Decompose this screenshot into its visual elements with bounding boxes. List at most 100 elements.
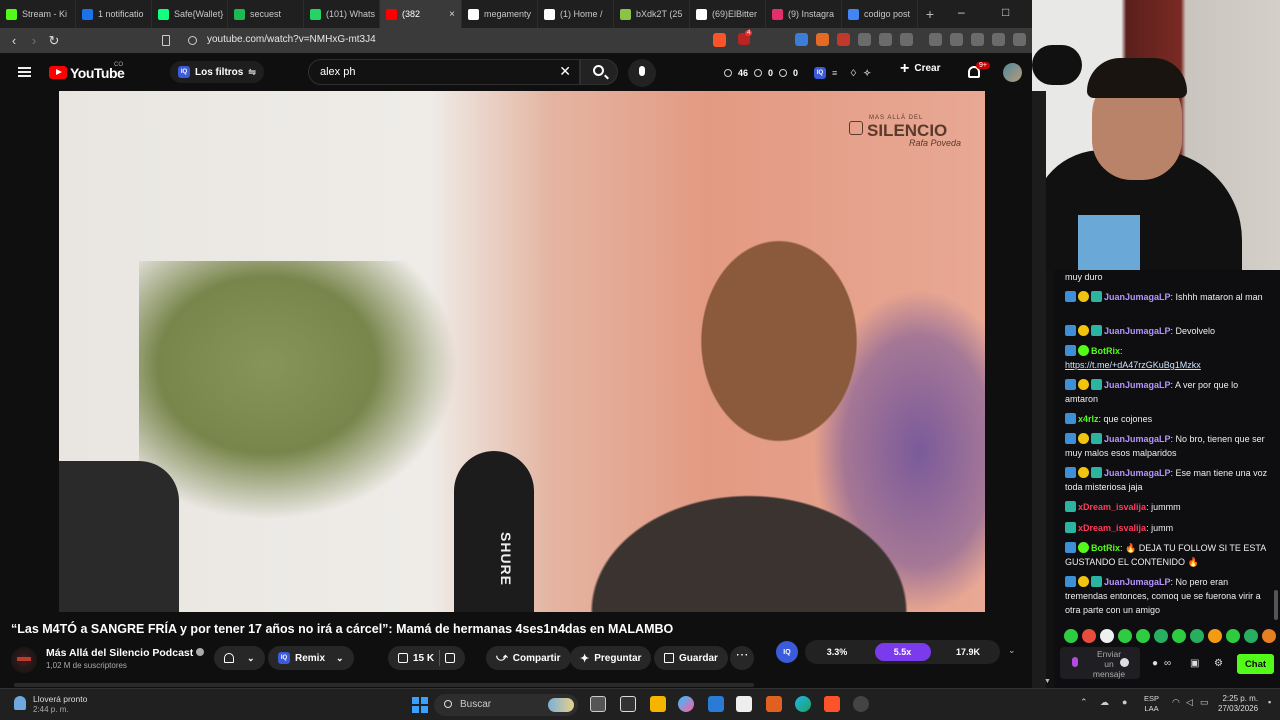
store-icon[interactable] [708, 696, 724, 712]
chevron-down-icon[interactable]: ⌄ [1008, 645, 1016, 656]
translate-icon[interactable] [795, 33, 808, 46]
chat-send-button[interactable]: Chat [1237, 654, 1274, 674]
media-icon[interactable] [929, 33, 942, 46]
clear-search-button[interactable]: ✕ [559, 63, 571, 80]
cloud-icon[interactable]: ☁ [1100, 697, 1109, 708]
weather-icon[interactable] [14, 696, 26, 710]
browser-tab[interactable]: Safe{Wallet} [152, 0, 228, 28]
browser-tab[interactable]: secuest [228, 0, 304, 28]
rate-engagement[interactable]: 3.3% [809, 643, 865, 661]
volume-icon[interactable]: ◁ [1186, 697, 1193, 708]
settings-icon[interactable]: ⚙ [1214, 658, 1223, 669]
shield-icon[interactable] [1013, 33, 1026, 46]
iq-icon[interactable]: IQ [814, 67, 827, 79]
emote-icon[interactable] [1082, 629, 1096, 643]
chat-username[interactable]: JuanJumagaLP [1104, 468, 1171, 478]
chat-scrollbar[interactable] [1274, 590, 1278, 620]
start-icon[interactable] [412, 697, 428, 713]
mic-tray-icon[interactable]: ● [1122, 697, 1127, 707]
save-button[interactable]: Guardar [654, 646, 728, 670]
browser-tab[interactable]: codigo post [842, 0, 918, 28]
filters-button[interactable]: IQ Los filtros ⇋ [170, 61, 264, 83]
maximize-button[interactable]: □ [1002, 5, 1009, 19]
input-language[interactable]: ESP LAA [1144, 694, 1159, 714]
browser-tab[interactable]: megamenty [462, 0, 538, 28]
bookmark-icon[interactable] [162, 35, 170, 46]
vpn-icon[interactable] [992, 33, 1005, 46]
dislike-icon[interactable] [445, 653, 456, 663]
rate-outlier[interactable]: 5.5x [874, 643, 931, 661]
users-icon[interactable]: ● [1152, 658, 1158, 669]
emote-icon[interactable] [1136, 629, 1150, 643]
chat-username[interactable]: xDream_isvalija [1078, 502, 1146, 512]
search-input[interactable]: alex ph ✕ [308, 59, 580, 85]
reload-button[interactable]: ↻ [44, 33, 64, 49]
forward-button[interactable]: › [24, 33, 44, 48]
browser-tab[interactable]: (1) Home / [538, 0, 614, 28]
chat-link[interactable]: https://t.me/+dA47rzGKuBg1Mzkx [1065, 360, 1201, 370]
subscribe-bell-button[interactable]: ⌄ [214, 646, 265, 670]
task-view-icon[interactable] [590, 696, 606, 712]
like-icon[interactable] [398, 653, 408, 663]
file-explorer-icon[interactable] [650, 696, 666, 712]
wifi-icon[interactable]: ◠ [1172, 697, 1180, 708]
ai-icon[interactable]: ✧ [863, 68, 871, 79]
emote-icon[interactable] [1118, 629, 1132, 643]
tab-close-button[interactable]: × [449, 9, 455, 20]
like-count[interactable]: 15 K [413, 653, 434, 664]
url-field[interactable]: youtube.com/watch?v=NMHxG-mt3J4 [207, 34, 376, 45]
battery-icon[interactable]: ▭ [1200, 697, 1209, 708]
emote-icon[interactable] [1064, 629, 1078, 643]
search-button[interactable] [580, 59, 618, 85]
chat-username[interactable]: JuanJumagaLP [1104, 326, 1171, 336]
chat-username[interactable]: JuanJumagaLP [1104, 434, 1171, 444]
back-button[interactable]: ‹ [4, 33, 24, 48]
browser-tab[interactable]: (382 × [380, 0, 462, 28]
extension-icon[interactable] [837, 33, 850, 46]
screenshot-icon[interactable] [900, 33, 913, 46]
list-icon[interactable]: ≡ [832, 68, 837, 78]
brave-shield-icon[interactable] [713, 33, 726, 47]
channel-name[interactable]: Más Allá del Silencio Podcast [46, 647, 205, 659]
chat-username[interactable]: BotRix [1091, 346, 1120, 356]
voice-search-button[interactable] [628, 59, 656, 87]
emote-icon[interactable] [1226, 629, 1240, 643]
browser-tab[interactable]: (69)ElBitter [690, 0, 766, 28]
remix-button[interactable]: IQ Remix ⌄ [268, 646, 354, 670]
app-icon[interactable] [736, 696, 752, 712]
sidebar-icon[interactable] [950, 33, 963, 46]
infinity-icon[interactable]: ∞ [1164, 658, 1171, 669]
minimize-button[interactable]: – [958, 5, 965, 19]
ask-button[interactable]: ✦ Preguntar [570, 646, 652, 670]
browser-tab[interactable]: 1 notificatio [76, 0, 152, 28]
taskbar-search[interactable]: Buscar [434, 694, 578, 716]
more-actions-button[interactable]: ⋯ [730, 646, 754, 670]
new-tab-button[interactable]: + [918, 6, 942, 22]
emoji-icon[interactable] [1120, 658, 1129, 667]
rate-views-per-hour[interactable]: 17.9K [940, 643, 996, 661]
app-icon[interactable] [620, 696, 636, 712]
edge-icon[interactable] [795, 696, 811, 712]
notification-center-icon[interactable]: ▪ [1268, 697, 1271, 707]
clock[interactable]: 2:25 p. m. 27/03/2026 [1218, 694, 1258, 714]
weather-text[interactable]: Lloverá pronto [33, 694, 87, 704]
mic-icon[interactable] [1072, 657, 1078, 667]
youtube-logo-icon[interactable] [49, 66, 67, 79]
award-icon[interactable]: ♢ [849, 68, 857, 79]
emote-icon[interactable] [1100, 629, 1114, 643]
obs-icon[interactable] [853, 696, 869, 712]
video-player[interactable]: SHURE MAS ALLÁ DEL SILENCIO Rafa Poveda [59, 91, 985, 612]
chat-username[interactable]: JuanJumagaLP [1104, 292, 1171, 302]
emote-icon[interactable] [1208, 629, 1222, 643]
chat-input[interactable]: Enviar un mensaje [1060, 647, 1140, 679]
extension-icon[interactable] [858, 33, 871, 46]
app-icon[interactable] [766, 696, 782, 712]
chat-username[interactable]: BotRix [1091, 543, 1120, 553]
browser-tab[interactable]: (101) Whats [304, 0, 380, 28]
extension-icon[interactable] [816, 33, 829, 46]
puzzle-icon[interactable] [879, 33, 892, 46]
chat-username[interactable]: JuanJumagaLP [1104, 380, 1171, 390]
browser-tab[interactable]: Stream - Ki [0, 0, 76, 28]
emote-icon[interactable] [1154, 629, 1168, 643]
emote-icon[interactable] [1244, 629, 1258, 643]
